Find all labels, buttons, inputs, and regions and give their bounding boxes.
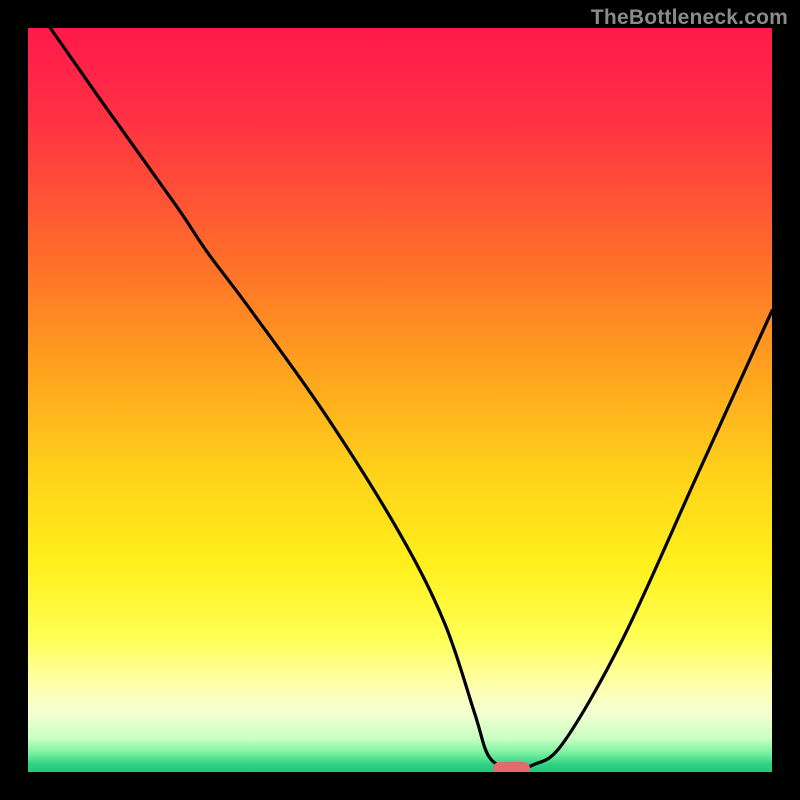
bottleneck-curve [28,28,772,772]
optimal-marker [493,762,530,772]
chart-frame: TheBottleneck.com [0,0,800,800]
watermark-text: TheBottleneck.com [591,6,788,30]
plot-area [28,28,772,772]
